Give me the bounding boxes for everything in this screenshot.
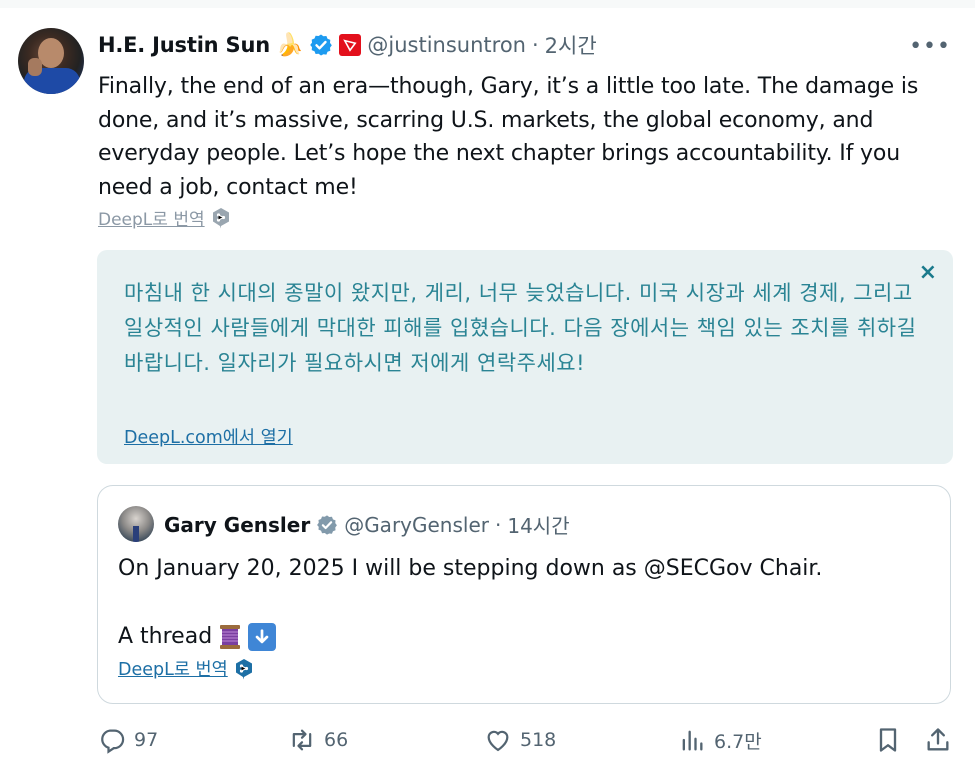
quoted-tweet-time[interactable]: 14시간 bbox=[507, 510, 569, 539]
verified-badge-icon[interactable] bbox=[309, 33, 333, 57]
tron-affiliate-icon[interactable] bbox=[339, 34, 362, 56]
like-count: 518 bbox=[520, 729, 557, 751]
quoted-deepl-translate-label[interactable]: DeepL로 번역 bbox=[118, 656, 228, 681]
thread-label: A thread bbox=[118, 624, 213, 649]
reply-icon bbox=[101, 729, 125, 754]
author-handle[interactable]: @justinsuntron bbox=[367, 33, 526, 57]
author-name[interactable]: H.E. Justin Sun bbox=[98, 33, 270, 57]
repost-count: 66 bbox=[324, 729, 349, 751]
views-button[interactable]: 6.7만 bbox=[678, 726, 762, 754]
deepl-logo-icon bbox=[211, 207, 231, 229]
top-divider bbox=[0, 0, 975, 8]
share-icon bbox=[927, 728, 949, 751]
repost-button[interactable]: 66 bbox=[288, 726, 348, 754]
quoted-author-handle[interactable]: @GaryGensler bbox=[344, 513, 489, 537]
thread-spool-icon bbox=[218, 623, 242, 651]
repost-icon bbox=[292, 729, 312, 751]
author-avatar[interactable] bbox=[18, 28, 84, 94]
separator-dot: · bbox=[494, 512, 502, 537]
quoted-author-name[interactable]: Gary Gensler bbox=[164, 513, 310, 537]
government-verified-icon[interactable] bbox=[316, 514, 338, 536]
reply-count: 97 bbox=[134, 729, 159, 751]
deepl-translate-link[interactable]: DeepL로 번역 bbox=[98, 205, 231, 230]
tweet-header: H.E. Justin Sun 🍌 @justinsuntron · 2시간 bbox=[98, 30, 597, 60]
quoted-author-avatar[interactable] bbox=[118, 506, 154, 542]
quoted-tweet-thread-line: A thread bbox=[118, 620, 277, 654]
views-chart-icon bbox=[682, 730, 703, 751]
translation-panel: × 마침내 한 시대의 종말이 왔지만, 게리, 너무 늦었습니다. 미국 시장… bbox=[97, 250, 953, 464]
bookmark-icon bbox=[879, 728, 897, 752]
translated-text: 마침내 한 시대의 종말이 왔지만, 게리, 너무 늦었습니다. 미국 시장과 … bbox=[124, 281, 917, 375]
quoted-tweet-header: Gary Gensler @GaryGensler · 14시간 bbox=[164, 510, 570, 539]
views-count: 6.7만 bbox=[714, 730, 762, 753]
bookmark-button[interactable] bbox=[874, 726, 902, 754]
banana-emoji: 🍌 bbox=[275, 32, 304, 58]
tweet-text: Finally, the end of an era—though, Gary,… bbox=[98, 74, 919, 200]
reply-button[interactable]: 97 bbox=[98, 726, 158, 754]
open-in-deepl-link[interactable]: DeepL.com에서 열기 bbox=[124, 424, 293, 449]
quoted-deepl-translate-link[interactable]: DeepL로 번역 bbox=[118, 656, 254, 681]
like-button[interactable]: 518 bbox=[484, 726, 556, 754]
more-options-icon[interactable]: ••• bbox=[909, 34, 951, 59]
tweet-time[interactable]: 2시간 bbox=[545, 30, 597, 60]
deepl-translate-label[interactable]: DeepL로 번역 bbox=[98, 205, 205, 230]
down-arrow-icon bbox=[248, 623, 277, 651]
deepl-logo-icon bbox=[234, 658, 254, 680]
tweet-action-bar: 97 66 518 6.7만 bbox=[98, 726, 958, 762]
separator-dot: · bbox=[531, 33, 539, 57]
heart-icon bbox=[487, 730, 509, 752]
share-button[interactable] bbox=[924, 726, 952, 754]
quoted-tweet-text: On January 20, 2025 I will be stepping d… bbox=[118, 556, 823, 581]
quoted-tweet[interactable]: Gary Gensler @GaryGensler · 14시간 On Janu… bbox=[97, 485, 951, 704]
